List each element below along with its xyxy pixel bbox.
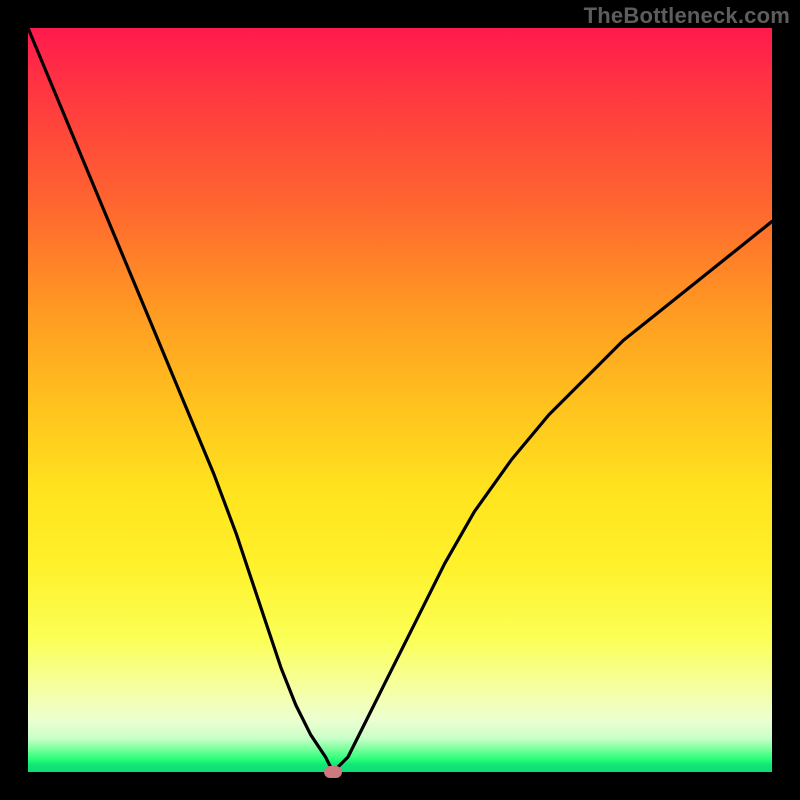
- bottleneck-curve-path: [28, 28, 772, 772]
- curve-svg: [28, 28, 772, 772]
- watermark-text: TheBottleneck.com: [584, 3, 790, 29]
- chart-plot-area: [28, 28, 772, 772]
- chart-frame: TheBottleneck.com: [0, 0, 800, 800]
- optimum-marker: [324, 766, 342, 778]
